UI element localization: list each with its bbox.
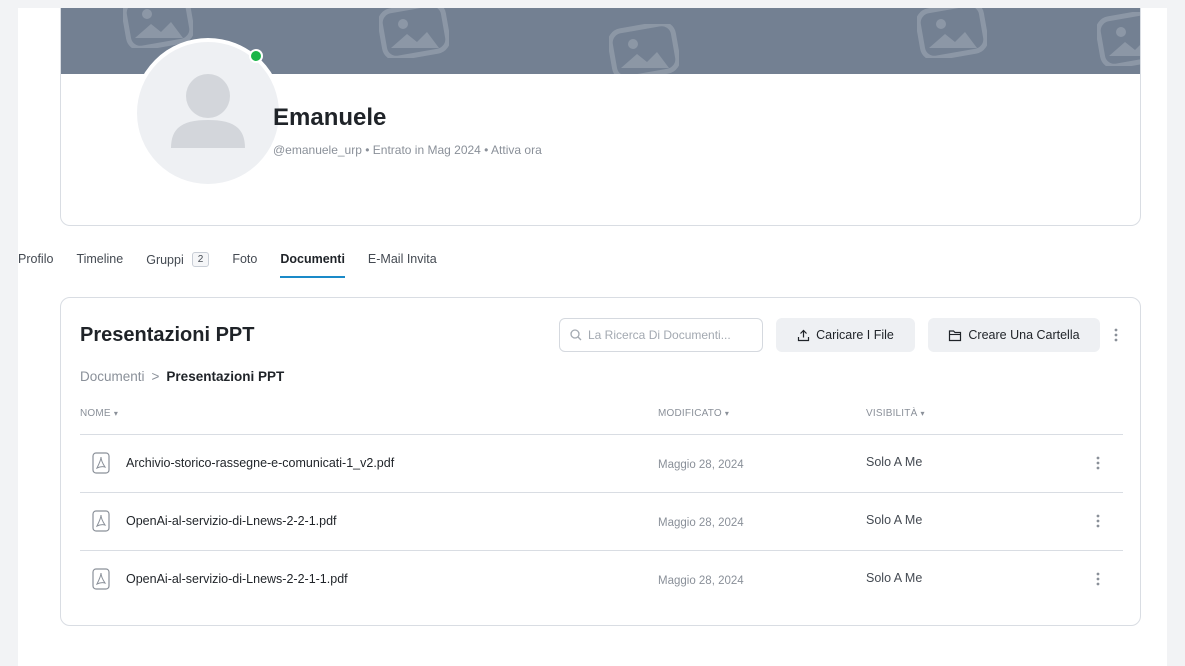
image-placeholder-icon [609, 24, 679, 74]
image-placeholder-icon [1097, 12, 1140, 66]
tab-label: Documenti [280, 252, 345, 266]
column-header-label: MODIFICATO [658, 408, 722, 419]
profile-card: Emanuele @emanuele_urp • Entrato in Mag … [60, 8, 1141, 226]
column-header-visibility[interactable]: VISIBILITÀ ▾ [866, 408, 925, 419]
file-modified-date: Maggio 28, 2024 [658, 517, 744, 529]
file-visibility: Solo A Me [866, 513, 923, 527]
pdf-file-icon [92, 452, 110, 474]
upload-button-label: Caricare I File [816, 328, 894, 342]
folder-title: Presentazioni PPT [80, 324, 255, 346]
pdf-file-icon [92, 568, 110, 590]
tab-count-badge: 2 [191, 252, 210, 267]
avatar[interactable] [133, 38, 283, 188]
tab-documenti[interactable]: Documenti [280, 252, 345, 278]
tab-label: E-Mail Invita [367, 252, 437, 266]
page: Emanuele @emanuele_urp • Entrato in Mag … [18, 8, 1167, 666]
column-header-label: VISIBILITÀ [866, 408, 918, 419]
tab-gruppi[interactable]: Gruppi 2 [146, 252, 210, 277]
kebab-menu-icon[interactable] [1109, 322, 1123, 348]
tab-label: Timeline [76, 252, 124, 266]
breadcrumb: Documenti > Presentazioni PPT [80, 369, 284, 384]
kebab-menu-icon[interactable] [1093, 512, 1103, 530]
tab-email-invita[interactable]: E-Mail Invita [368, 252, 437, 276]
file-name[interactable]: OpenAi-al-servizio-di-Lnews-2-2-1-1.pdf [126, 572, 348, 586]
breadcrumb-root[interactable]: Documenti [80, 369, 145, 384]
table-row[interactable]: Archivio-storico-rassegne-e-comunicati-1… [80, 435, 1123, 493]
file-visibility: Solo A Me [866, 571, 923, 585]
profile-meta: @emanuele_urp • Entrato in Mag 2024 • At… [273, 143, 542, 157]
image-placeholder-icon [917, 8, 987, 58]
table-row[interactable]: OpenAi-al-servizio-di-Lnews-2-2-1.pdf Mag… [80, 493, 1123, 551]
breadcrumb-current: Presentazioni PPT [166, 369, 285, 384]
search-input[interactable] [588, 328, 748, 342]
chevron-right-icon: > [151, 369, 160, 384]
kebab-menu-icon[interactable] [1093, 454, 1103, 472]
sort-caret-icon: ▾ [920, 409, 925, 418]
tab-label: Gruppi [146, 252, 184, 267]
file-name[interactable]: Archivio-storico-rassegne-e-comunicati-1… [126, 456, 394, 470]
online-status-dot [249, 49, 263, 63]
tab-label: Profilo [18, 252, 54, 266]
sort-caret-icon: ▾ [113, 409, 119, 418]
file-name[interactable]: OpenAi-al-servizio-di-Lnews-2-2-1.pdf [126, 514, 337, 528]
upload-files-button[interactable]: Caricare I File [776, 318, 915, 352]
column-header-name[interactable]: NOME ▾ [80, 408, 118, 419]
kebab-menu-icon[interactable] [1093, 570, 1103, 588]
folder-button-label: Creare Una Cartella [968, 328, 1080, 342]
search-icon [570, 329, 582, 341]
create-folder-button[interactable]: Creare Una Cartella [928, 318, 1100, 352]
column-header-modified[interactable]: MODIFICATO ▾ [658, 408, 729, 419]
tab-timeline[interactable]: Timeline [76, 252, 123, 276]
column-header-label: NOME [80, 408, 111, 419]
table-row[interactable]: OpenAi-al-servizio-di-Lnews-2-2-1-1.pdf M… [80, 551, 1123, 609]
file-modified-date: Maggio 28, 2024 [658, 575, 744, 587]
folder-icon [949, 329, 962, 341]
user-placeholder-icon [171, 74, 245, 148]
file-visibility: Solo A Me [866, 455, 923, 469]
tab-label: Foto [232, 252, 258, 266]
file-modified-date: Maggio 28, 2024 [658, 459, 744, 471]
image-placeholder-icon [379, 8, 449, 58]
documents-panel: Presentazioni PPT Caricare I File Creare… [60, 297, 1141, 626]
tab-foto[interactable]: Foto [232, 252, 257, 276]
profile-name: Emanuele [273, 104, 387, 131]
upload-icon [797, 329, 810, 341]
profile-tabs: Profilo Timeline Gruppi 2 Foto Documenti … [18, 252, 460, 284]
pdf-file-icon [92, 510, 110, 532]
tab-profilo[interactable]: Profilo [18, 252, 53, 276]
sort-caret-icon: ▾ [724, 409, 730, 418]
document-search[interactable] [559, 318, 763, 352]
